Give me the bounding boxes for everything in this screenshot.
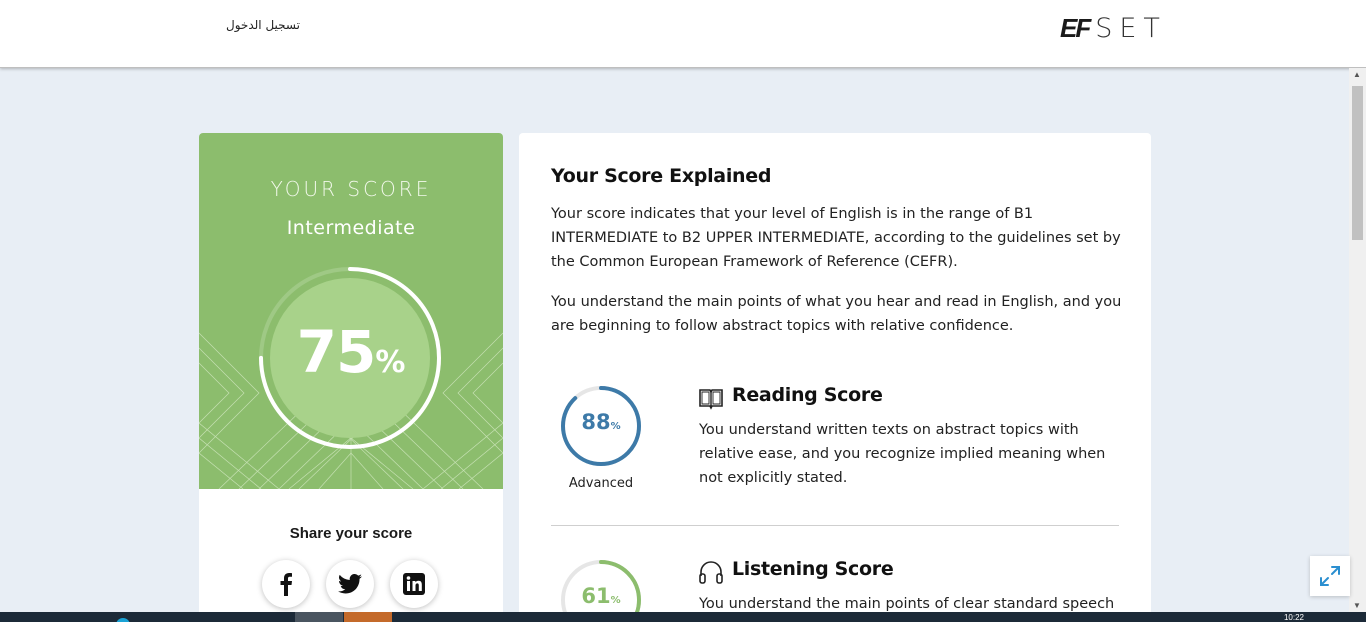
scroll-up-arrow-icon[interactable]: ▲ xyxy=(1353,70,1361,79)
reading-score-title: Reading Score xyxy=(732,384,883,406)
share-score-title: Share your score xyxy=(289,525,413,542)
listening-score-percent-sign: % xyxy=(610,595,621,606)
taskbar-app-icon[interactable] xyxy=(112,612,134,622)
facebook-share-button[interactable] xyxy=(262,560,310,608)
explanation-paragraph-cefr: Your score indicates that your level of … xyxy=(551,206,1121,270)
book-icon xyxy=(699,389,723,410)
overall-score-value: 75% xyxy=(199,318,503,386)
reading-level-label: Advanced xyxy=(568,476,634,491)
listening-score-number: 61 xyxy=(581,584,611,608)
login-link[interactable]: تسجيل الدخول xyxy=(226,18,300,32)
logo-set-text: SET xyxy=(1095,12,1167,44)
twitter-share-button[interactable] xyxy=(326,560,374,608)
logo-ef-text: EF xyxy=(1060,12,1091,43)
headphones-icon xyxy=(699,561,723,584)
vertical-scrollbar[interactable]: ▲ ▼ xyxy=(1349,68,1366,612)
scroll-down-arrow-icon[interactable]: ▼ xyxy=(1353,601,1361,610)
score-explanation-card: Your Score Explained Your score indicate… xyxy=(519,133,1151,622)
expand-arrows-icon xyxy=(1320,566,1340,586)
reading-score-percent-sign: % xyxy=(610,421,621,432)
explanation-paragraph-summary: You understand the main points of what y… xyxy=(551,294,1122,334)
overall-score-number: 75 xyxy=(296,318,377,386)
your-score-heading: YOUR SCORE xyxy=(270,177,432,201)
taskbar-app-window[interactable] xyxy=(295,612,343,622)
fullscreen-expand-button[interactable] xyxy=(1310,556,1350,596)
score-card-header: YOUR SCORE Intermediate 75% xyxy=(199,133,503,489)
linkedin-icon xyxy=(403,573,425,595)
listening-score-title: Listening Score xyxy=(732,558,894,580)
reading-score-value: 88% xyxy=(559,410,643,434)
ef-set-logo[interactable]: EF SET xyxy=(1060,12,1167,44)
scrollbar-thumb[interactable] xyxy=(1352,86,1363,240)
top-navigation-bar: تسجيل الدخول EF SET xyxy=(0,0,1366,68)
linkedin-share-button[interactable] xyxy=(390,560,438,608)
twitter-icon xyxy=(338,574,362,594)
score-card: YOUR SCORE Intermediate 75% Share your s… xyxy=(199,133,503,622)
overall-score-percent-sign: % xyxy=(375,345,406,380)
share-buttons-row xyxy=(262,560,438,608)
overall-level-label: Intermediate xyxy=(286,217,416,239)
section-divider xyxy=(551,525,1119,526)
reading-score-description: You understand written texts on abstract… xyxy=(699,422,1106,486)
explanation-title: Your Score Explained xyxy=(551,165,772,187)
reading-score-number: 88 xyxy=(581,410,611,434)
facebook-icon xyxy=(280,573,292,596)
taskbar-app-window-active[interactable] xyxy=(344,612,392,622)
os-taskbar: 10:22 xyxy=(0,612,1366,622)
browser-app-icon xyxy=(116,618,130,622)
listening-score-value: 61% xyxy=(559,584,643,608)
taskbar-clock: 10:22 xyxy=(1283,613,1304,622)
